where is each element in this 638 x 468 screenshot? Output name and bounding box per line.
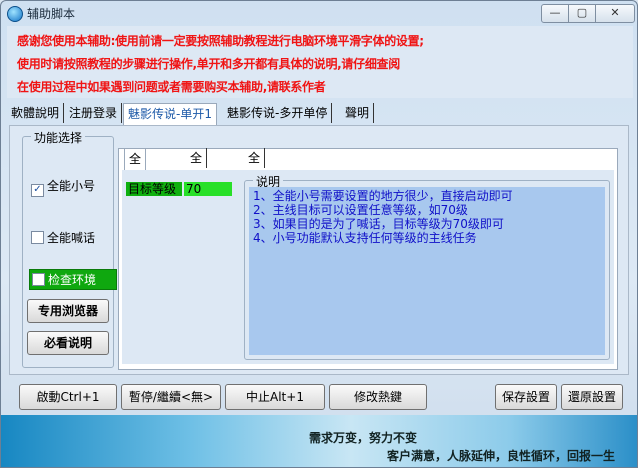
checkbox-all-shout-label: 全能喊话 [47,231,96,245]
description-line: 4、小号功能默认支持任何等级的主线任务 [253,231,477,245]
save-settings-button[interactable]: 保存設置 [495,384,557,410]
maximize-button[interactable]: ▢ [568,4,596,23]
check-icon: ✓ [31,184,44,197]
description-text-box[interactable]: 1、全能小号需要设置的地方很少，直接启动即可 2、主线目标可以设置任意等级，如7… [249,187,605,355]
inner-tab-global-settings[interactable]: 全局设置及说明 [244,148,266,285]
tab-software-info[interactable]: 軟體說明 [7,103,65,123]
footer-slogan-2: 客户满意，人脉延伸，良性循环，回报一生 [387,449,616,463]
tab-statement[interactable]: 聲明 [341,103,375,123]
footer-banner: 需求万变，努力不变 客户满意，人脉延伸，良性循环，回报一生 [1,415,637,467]
checkbox-box [32,273,45,286]
inner-panel: 目标等级 70 说明 1、全能小号需要设置的地方很少，直接启动即可 2、主线目标… [122,170,614,364]
notice-line-3: 在使用过程中如果遇到问题或者需要购买本辅助,请联系作者 [17,80,326,94]
app-icon [7,6,23,22]
function-group: 功能选择 ✓ 全能小号 全能喊话 检查环境 专用浏览器 必看说明 [22,129,118,368]
browser-button[interactable]: 专用浏览器 [27,299,109,323]
inner-tab-all-shout[interactable]: 全能喊话 [186,148,208,225]
tab-content: 功能选择 ✓全能小号 全能喊话 检查环境 专用浏览器 必看说明 全能小号 全能喊… [9,125,629,375]
help-button[interactable]: 必看说明 [27,331,109,355]
hotkey-button[interactable]: 修改熱鍵 [329,384,427,410]
start-button[interactable]: 啟動Ctrl+1 [19,384,117,410]
checkbox-check-env-label: 检查环境 [48,273,97,287]
function-group-title: 功能选择 [31,129,86,146]
tab-single-open[interactable]: 魅影传说-单开1 [123,103,217,126]
main-tabs: 軟體說明 注册登录 魅影传说-单开1 魅影传说-多开单停 聲明 [7,103,633,126]
target-level-input[interactable]: 70 [184,182,232,196]
notice-banner: 感谢您使用本辅助:使用前请一定要按照辅助教程进行电脑环境平滑字体的设置; 使用时… [7,26,633,98]
stop-button[interactable]: 中止Alt+1 [225,384,325,410]
checkbox-all-shout[interactable]: 全能喊话 [31,229,95,246]
inner-tab-all-small[interactable]: 全能小号 [124,148,147,226]
notice-line-2: 使用时请按照教程的步骤进行操作,单开和多开都有具体的说明,请仔细查阅 [17,57,400,71]
restore-settings-button[interactable]: 還原設置 [561,384,623,410]
checkbox-all-small-label: 全能小号 [47,179,96,193]
tab-register-login[interactable]: 注册登录 [65,103,123,123]
description-line: 2、主线目标可以设置任意等级，如70级 [253,203,468,217]
target-level-label: 目标等级 [126,182,182,196]
app-window: 辅助脚本 — ▢ ✕ 感谢您使用本辅助:使用前请一定要按照辅助教程进行电脑环境平… [0,0,638,468]
tab-multi-open[interactable]: 魅影传说-多开单停 [223,103,333,123]
notice-line-1: 感谢您使用本辅助:使用前请一定要按照辅助教程进行电脑环境平滑字体的设置; [17,34,424,48]
close-button[interactable]: ✕ [595,4,635,23]
footer-slogan-1: 需求万变，努力不变 [309,431,418,445]
pause-button[interactable]: 暫停/繼續<無> [121,384,221,410]
checkbox-box [31,231,44,244]
window-title: 辅助脚本 [27,7,76,21]
checkbox-all-small[interactable]: ✓ 全能小号 [31,177,95,197]
description-line: 3、如果目的是为了喊话，目标等级为70级即可 [253,217,504,231]
description-group: 说明 1、全能小号需要设置的地方很少，直接启动即可 2、主线目标可以设置任意等级… [244,173,610,360]
checkbox-check-env[interactable]: 检查环境 [29,269,118,290]
description-line: 1、全能小号需要设置的地方很少，直接启动即可 [253,189,513,203]
title-bar[interactable]: 辅助脚本 — ▢ ✕ [1,1,637,25]
minimize-button[interactable]: — [541,4,569,23]
